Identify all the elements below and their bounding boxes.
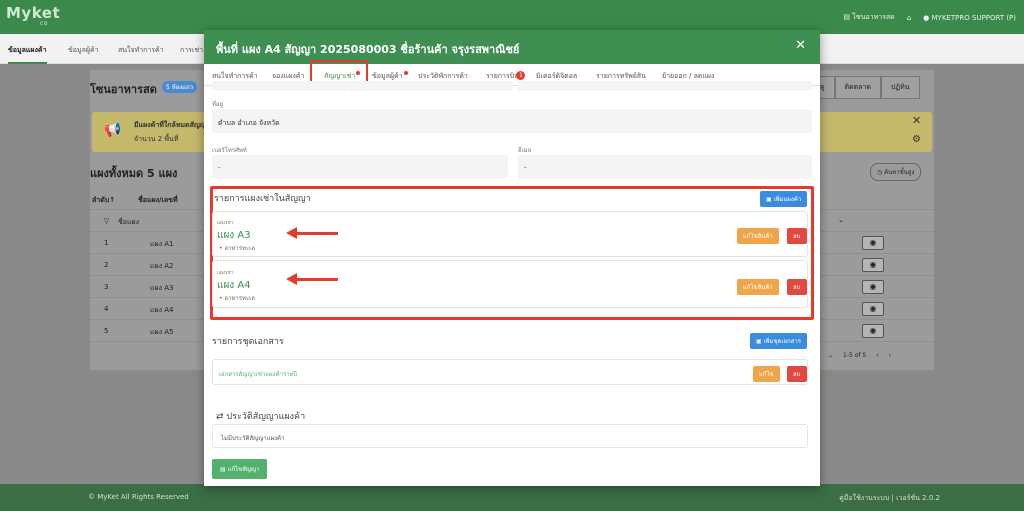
footer-copyright: © MyKet All Rights Reserved (88, 493, 189, 501)
col-name[interactable]: ชื่อแผง/เลขที่ (138, 195, 178, 206)
address-label: ที่อยู่ (212, 101, 224, 108)
delete-stall-button[interactable]: ลบ (787, 279, 807, 295)
chevron-down-icon[interactable]: ⌄ (828, 352, 833, 359)
row-no: 2 (104, 261, 109, 269)
view-tab[interactable]: ติดตลาด (834, 76, 881, 99)
next-page-icon[interactable]: › (889, 352, 891, 359)
phone-field[interactable]: - (212, 155, 508, 179)
megaphone-icon: 📢 (104, 122, 122, 138)
alert-sub: จำนวน 2 พื้นที่ (134, 135, 179, 143)
subnav-rent[interactable]: การเช่า (180, 45, 203, 56)
view-tabs: ดู ติดตลาด ปฏิทิน (810, 76, 920, 99)
add-stall-button[interactable]: ▣ เพิ่มแผงค้า (760, 191, 808, 207)
filter-icon[interactable]: ▽ (104, 217, 109, 225)
modal-body: ที่อยู่ ตำบล อำเภอ จังหวัด เบอร์โทรศัพท์… (204, 81, 820, 486)
prev-page-icon[interactable]: ‹ (876, 352, 878, 359)
eye-icon[interactable]: ◉ (862, 236, 884, 250)
history-section-title: ⇄ ประวัติสัญญาแผงค้า (216, 412, 306, 422)
view-tab[interactable]: ปฏิทิน (880, 76, 920, 99)
email-field[interactable]: - (518, 155, 812, 179)
subnav-stall-info[interactable]: ข้อมูลแผงค้า (8, 45, 47, 64)
eye-icon[interactable]: ◉ (862, 258, 884, 272)
pagination: ⌄ 1-5 of 5 ‹ › (828, 352, 891, 359)
row-name: แผง A5 (150, 328, 174, 336)
delete-stall-button[interactable]: ลบ (787, 228, 807, 244)
alert-title: มีแผงค้าที่ใกล้หมดสัญญา (134, 121, 210, 129)
zone-selector[interactable]: ▤ โซนอาหารสด (843, 12, 894, 23)
edit-goods-button[interactable]: แก้ไขสินค้า (737, 228, 779, 244)
address-field[interactable]: ตำบล อำเภอ จังหวัด (212, 109, 812, 133)
subnav-interest[interactable]: สนใจทำการค้า (118, 45, 164, 56)
stall-name[interactable]: แผง A3 (217, 228, 251, 243)
footer: © MyKet All Rights Reserved คู่มือใช้งาน… (0, 484, 1024, 511)
phone-label: เบอร์โทรศัพท์ (212, 147, 247, 154)
zone-title: โซนอาหารสด (90, 83, 157, 96)
row-no: 5 (104, 327, 109, 335)
document-row: เอกสารสัญญาเช่าแผงค้ารายปี แก้ไข ลบ (212, 359, 808, 385)
footer-version[interactable]: คู่มือใช้งานระบบ | เวอร์ชั่น 2.0.2 (839, 493, 940, 504)
user-menu[interactable]: ● MYKETPRO SUPPORT (P) (923, 14, 1016, 22)
app-logo[interactable]: Myket co (6, 4, 60, 27)
row-no: 3 (104, 283, 109, 291)
stall-card-a4: แผงเช่า แผง A4 • อาหารทะเล แก้ไขสินค้า ล… (212, 260, 808, 308)
filter-name-input[interactable]: ชื่อแผง (118, 217, 139, 228)
field-top-left (212, 81, 512, 91)
modal-title: พื้นที่ แผง A4 สัญญา 2025080003 ชื่อร้าน… (216, 43, 520, 56)
history-box: ไม่มีประวัติสัญญาแผงค้า (212, 424, 808, 448)
close-icon[interactable]: ✕ (795, 38, 806, 53)
subnav-merchant-info[interactable]: ข้อมูลผู้ค้า (68, 45, 99, 56)
zone-badge: 5 ห้องแถว (162, 81, 198, 93)
delete-document-button[interactable]: ลบ (787, 366, 807, 382)
stalls-section-title: รายการแผงเช่าในสัญญา (214, 194, 311, 204)
arrow-annotation (286, 273, 338, 285)
stall-count-title: แผงทั้งหมด 5 แผง (90, 167, 178, 180)
edit-contract-button[interactable]: ▤ แก้ไขสัญญา (212, 459, 268, 479)
contract-modal: พื้นที่ แผง A4 สัญญา 2025080003 ชื่อร้าน… (204, 30, 820, 486)
home-icon[interactable]: ⌂ (907, 14, 911, 22)
email-label: อีเมล (518, 147, 532, 154)
row-name: แผง A3 (150, 284, 174, 292)
top-bar: Myket co ▤ โซนอาหารสด ⌂ ● MYKETPRO SUPPOR… (0, 0, 1024, 34)
docs-section-title: รายการชุดเอกสาร (212, 337, 284, 347)
add-document-button[interactable]: ▣ เพิ่มชุดเอกสาร (750, 333, 808, 349)
row-no: 4 (104, 305, 109, 313)
eye-icon[interactable]: ◉ (862, 280, 884, 294)
stall-sub: แผงเช่า (217, 270, 234, 276)
document-link[interactable]: เอกสารสัญญาเช่าแผงค้ารายปี (219, 369, 297, 379)
stall-sub: แผงเช่า (217, 220, 234, 226)
pager-range: 1-5 of 5 (843, 352, 867, 359)
row-no: 1 (104, 239, 109, 247)
chevron-down-icon[interactable]: ⌄ (838, 216, 844, 224)
col-order[interactable]: ลำดับ↑ (92, 195, 115, 206)
gear-icon[interactable]: ⚙ (912, 134, 921, 145)
swap-icon: ⇄ (216, 412, 224, 422)
eye-icon[interactable]: ◉ (862, 302, 884, 316)
field-top-right (518, 81, 812, 91)
eye-icon[interactable]: ◉ (862, 324, 884, 338)
arrow-annotation (286, 227, 338, 239)
edit-document-button[interactable]: แก้ไข (753, 366, 780, 382)
row-name: แผง A2 (150, 262, 174, 270)
stall-category: • อาหารทะเล (219, 245, 255, 252)
advanced-search-button[interactable]: ◷ ค้นหาขั้นสูง (870, 163, 922, 181)
modal-header: พื้นที่ แผง A4 สัญญา 2025080003 ชื่อร้าน… (204, 30, 820, 64)
stall-name[interactable]: แผง A4 (217, 278, 251, 293)
history-empty-text: ไม่มีประวัติสัญญาแผงค้า (221, 435, 285, 442)
row-name: แผง A4 (150, 306, 174, 314)
row-name: แผง A1 (150, 240, 174, 248)
edit-goods-button[interactable]: แก้ไขสินค้า (737, 279, 779, 295)
stall-category: • อาหารทะเล (219, 295, 255, 302)
alert-close-icon[interactable]: ✕ (912, 114, 921, 127)
top-right-menu: ▤ โซนอาหารสด ⌂ ● MYKETPRO SUPPORT (P) (843, 12, 1016, 23)
